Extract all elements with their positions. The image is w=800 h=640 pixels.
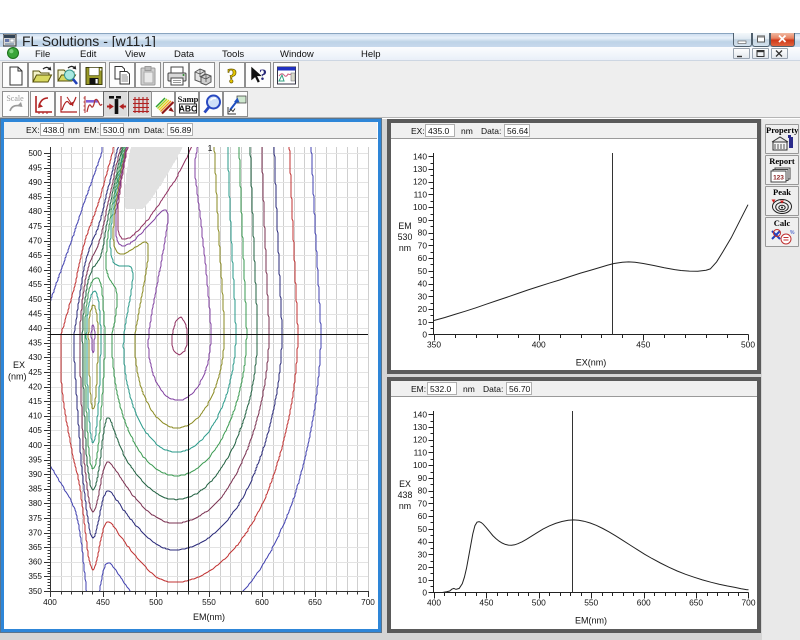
svg-text:%: % xyxy=(790,230,795,236)
svg-text:123: 123 xyxy=(773,175,784,182)
svg-text:ABC: ABC xyxy=(179,104,197,114)
svg-text:Scale: Scale xyxy=(6,94,24,103)
svg-text:Samp: Samp xyxy=(178,94,199,104)
svg-text:?: ? xyxy=(227,64,238,88)
